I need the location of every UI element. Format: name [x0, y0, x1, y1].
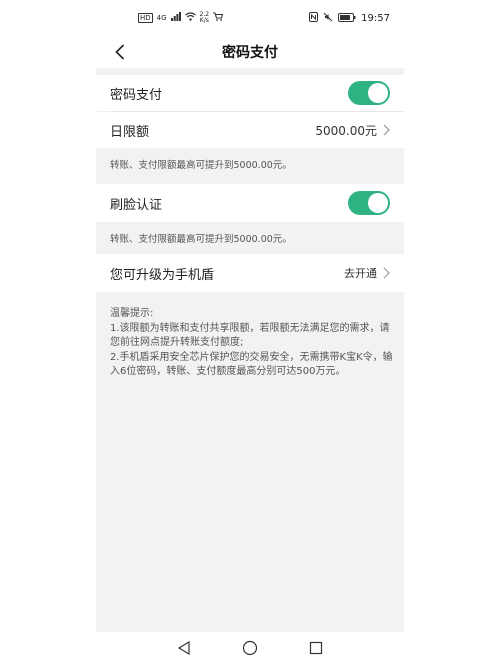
- battery-icon: [338, 12, 356, 25]
- daily-limit-value-group: 5000.00元: [315, 122, 390, 139]
- mute-icon: [323, 12, 333, 25]
- face-auth-label: 刷脸认证: [110, 197, 163, 213]
- face-auth-toggle[interactable]: [348, 191, 390, 215]
- upgrade-action: 去开通: [344, 267, 377, 280]
- tips-line-1: 1.该限额为转账和支付共享限额，若限额无法满足您的需求，请您前往网点提升转账支付…: [110, 322, 390, 349]
- signal-icon: [170, 12, 181, 24]
- chevron-right-icon: [383, 267, 390, 279]
- network-speed: 2.2 K/s: [200, 12, 210, 24]
- tips-title: 温馨提示:: [110, 308, 154, 319]
- clock: 19:57: [361, 13, 390, 24]
- status-right: 19:57: [309, 12, 390, 25]
- toggle-knob: [368, 83, 388, 103]
- limit-note-1: 转账、支付限额最高可提升到5000.00元。: [110, 160, 292, 171]
- chevron-right-icon: [383, 124, 390, 136]
- cart-icon: [213, 12, 224, 24]
- phone-screen: HD 4G 2.2 K/s 19:57 密码支付 密码支付 日限额 5000.0…: [96, 0, 404, 666]
- speed-unit: K/s: [199, 17, 209, 24]
- tips-line-2: 2.手机盾采用安全芯片保护您的交易安全，无需携带K宝K令，输入6位密码，转账、支…: [110, 351, 393, 378]
- daily-limit-value: 5000.00元: [315, 123, 377, 138]
- limit-note-2: 转账、支付限额最高可提升到5000.00元。: [110, 234, 292, 245]
- tips-block: 温馨提示: 1.该限额为转账和支付共享限额，若限额无法满足您的需求，请您前往网点…: [110, 307, 394, 380]
- password-pay-row: 密码支付: [96, 75, 404, 111]
- nfc-icon: [309, 12, 319, 25]
- upgrade-row[interactable]: 您可升级为手机盾 去开通: [96, 254, 404, 292]
- nav-bar: 密码支付: [96, 36, 404, 68]
- daily-limit-label: 日限额: [110, 124, 150, 140]
- nav-recent-icon[interactable]: [308, 640, 324, 660]
- nav-home-icon[interactable]: [242, 640, 258, 660]
- daily-limit-row[interactable]: 日限额 5000.00元: [96, 112, 404, 148]
- wifi-icon: [184, 12, 196, 24]
- upgrade-label: 您可升级为手机盾: [110, 267, 215, 283]
- hd-badge: HD: [138, 13, 153, 23]
- status-bar: HD 4G 2.2 K/s 19:57: [96, 0, 404, 36]
- face-auth-row: 刷脸认证: [96, 184, 404, 222]
- signal-label: 4G: [156, 14, 167, 22]
- status-left: HD 4G 2.2 K/s: [138, 12, 224, 24]
- password-pay-toggle[interactable]: [348, 81, 390, 105]
- toggle-knob: [368, 193, 388, 213]
- page-title: 密码支付: [222, 45, 278, 61]
- system-nav-bar: [96, 632, 404, 666]
- password-pay-label: 密码支付: [110, 87, 163, 103]
- upgrade-action-group: 去开通: [344, 265, 390, 281]
- nav-back-icon[interactable]: [176, 640, 192, 660]
